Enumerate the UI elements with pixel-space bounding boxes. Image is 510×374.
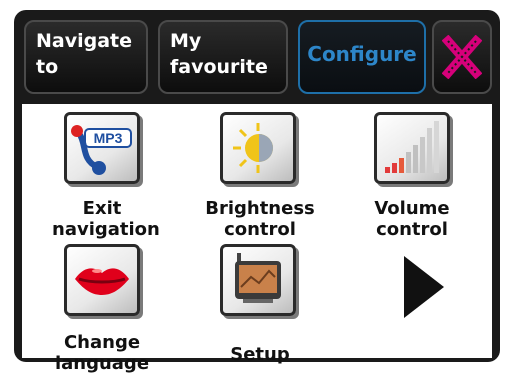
close-x-icon — [442, 35, 482, 79]
brightness-line1: Brightness — [205, 198, 315, 219]
close-button[interactable] — [432, 20, 492, 94]
tab-navigate-to-line2: to — [36, 56, 59, 78]
lips-icon — [64, 244, 140, 316]
next-page-arrow-icon[interactable] — [402, 256, 446, 318]
volume-line2: control — [376, 219, 448, 240]
setup-label: Setup — [230, 344, 290, 365]
top-toolbar: Navigate to My favourite Configure — [24, 20, 492, 96]
mp3-icon: MP3 — [64, 112, 140, 184]
exit-navigation-line1: Exit — [82, 198, 122, 219]
tab-configure-label: Configure — [307, 42, 417, 66]
device-frame: Navigate to My favourite Configure MP3 E… — [14, 10, 500, 374]
volume-bars-icon — [374, 112, 450, 184]
change-language-line2: language — [54, 353, 150, 374]
exit-navigation-line2: navigation — [52, 219, 160, 240]
brightness-icon — [220, 112, 296, 184]
tab-my-favourite-line1: My — [170, 30, 202, 52]
tab-my-favourite[interactable]: My favourite — [158, 20, 288, 94]
brightness-line2: control — [224, 219, 296, 240]
tab-configure[interactable]: Configure — [298, 20, 426, 94]
tab-navigate-to[interactable]: Navigate to — [24, 20, 148, 94]
tab-my-favourite-line2: favourite — [170, 56, 268, 78]
mp3-icon-text: MP3 — [94, 130, 123, 146]
tab-navigate-to-line1: Navigate — [36, 30, 133, 52]
volume-line1: Volume — [374, 198, 450, 219]
device-setup-icon — [220, 244, 296, 316]
change-language-line1: Change — [63, 332, 141, 353]
menu-panel: MP3 Exit navigation Brightness control V… — [22, 104, 492, 374]
